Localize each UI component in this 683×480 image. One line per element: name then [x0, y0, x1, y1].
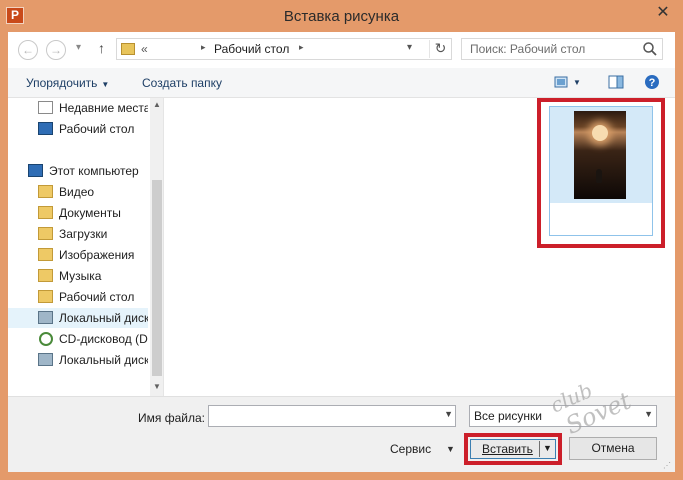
chevron-down-icon[interactable]: ▼	[644, 409, 653, 419]
insert-picture-dialog: P Вставка рисунка ✕ ← → ▾ ↑ « ▸ Рабочий …	[0, 0, 683, 480]
sidebar-item-local-disk-c[interactable]: Локальный диск	[8, 308, 148, 328]
local-disk-icon	[38, 311, 53, 324]
sidebar-item-desktop[interactable]: Рабочий стол	[8, 119, 148, 139]
scroll-up-arrow-icon[interactable]: ▲	[150, 100, 163, 109]
close-button[interactable]: ✕	[648, 2, 678, 24]
forward-button[interactable]: →	[46, 40, 66, 60]
change-view-icon[interactable]	[554, 74, 570, 90]
window-title: Вставка рисунка	[283, 8, 400, 25]
recent-locations-dropdown[interactable]: ▾	[76, 42, 81, 53]
video-folder-icon	[38, 185, 53, 198]
file-list-view	[165, 98, 675, 396]
thumbnail-light	[592, 125, 608, 141]
sidebar-item-label: Изображения	[59, 248, 135, 262]
address-overflow[interactable]: «	[141, 42, 148, 56]
title-bar: P Вставка рисунка ✕	[0, 0, 683, 32]
navigation-bar: ← → ▾ ↑ « ▸ Рабочий стол ▸ ▾ ↻ Поиск: Ра…	[8, 32, 675, 68]
file-type-value: Все рисунки	[474, 409, 542, 423]
folder-icon	[121, 43, 135, 55]
sidebar-item-label: Этот компьютер	[49, 164, 139, 178]
search-placeholder: Поиск: Рабочий стол	[470, 42, 586, 56]
sidebar-item-label: Недавние места	[59, 101, 148, 115]
sidebar-item-cd-drive[interactable]: CD-дисковод (D:	[8, 329, 148, 349]
insert-options-dropdown[interactable]: ▼	[543, 443, 552, 453]
sidebar-item-label: Документы	[59, 206, 121, 220]
search-input[interactable]: Поиск: Рабочий стол	[461, 38, 663, 60]
address-history-dropdown[interactable]: ▾	[407, 42, 412, 53]
tools-button[interactable]: Сервис	[390, 442, 431, 456]
organize-button[interactable]: Упорядочить ▼	[26, 76, 109, 90]
thumbnail-figure	[596, 169, 602, 183]
chevron-right-icon[interactable]: ▸	[299, 42, 304, 53]
sidebar-item-label: Рабочий стол	[59, 122, 135, 136]
sidebar-item-recent-places[interactable]: Недавние места	[8, 98, 148, 118]
sidebar-item-video[interactable]: Видео	[8, 182, 148, 202]
forward-arrow-icon: →	[50, 43, 62, 57]
sidebar-scrollbar[interactable]: ▲ ▼	[150, 98, 163, 396]
cd-drive-icon	[39, 332, 53, 346]
sidebar-item-label: Рабочий стол	[59, 290, 135, 304]
search-icon[interactable]	[642, 41, 658, 57]
svg-text:?: ?	[649, 77, 656, 89]
image-thumbnail	[574, 111, 626, 199]
sidebar-item-label: Загрузки	[59, 227, 108, 241]
chevron-right-icon[interactable]: ▸	[201, 42, 206, 53]
command-toolbar: Упорядочить ▼ Создать папку ▼ ?	[8, 68, 675, 98]
sidebar-item-desktop-folder[interactable]: Рабочий стол	[8, 287, 148, 307]
filename-label: Имя файла:	[138, 411, 205, 425]
chevron-down-icon: ▼	[101, 80, 110, 89]
organize-label: Упорядочить	[26, 76, 98, 90]
sidebar-item-label: Музыка	[59, 269, 102, 283]
sidebar-item-downloads[interactable]: Загрузки	[8, 224, 148, 244]
chevron-down-icon[interactable]: ▼	[446, 444, 455, 454]
computer-icon	[28, 164, 43, 177]
recent-places-icon	[38, 101, 53, 114]
chevron-down-icon[interactable]: ▼	[444, 409, 453, 419]
sidebar-item-label: CD-дисковод (D:	[59, 332, 148, 346]
desktop-folder-icon	[38, 290, 53, 303]
view-options-dropdown[interactable]: ▼	[573, 78, 581, 87]
insert-button[interactable]: Вставить ▼	[470, 439, 556, 459]
address-location[interactable]: Рабочий стол	[214, 42, 289, 56]
refresh-button[interactable]: ↻	[429, 40, 451, 58]
sidebar-item-label: Локальный диск	[59, 311, 148, 325]
sidebar-item-documents[interactable]: Документы	[8, 203, 148, 223]
documents-folder-icon	[38, 206, 53, 219]
refresh-icon: ↻	[434, 40, 447, 56]
sidebar-item-music[interactable]: Музыка	[8, 266, 148, 286]
sidebar-item-pictures[interactable]: Изображения	[8, 245, 148, 265]
file-caption-area	[550, 203, 652, 235]
navigation-pane: Недавние места Рабочий стол Этот компьют…	[8, 98, 164, 396]
highlight-frame: Вставить ▼	[464, 433, 562, 465]
up-arrow-icon: ↑	[98, 40, 105, 56]
cancel-button[interactable]: Отмена	[569, 437, 657, 460]
scrollbar-thumb[interactable]	[152, 180, 162, 376]
selected-image-file[interactable]	[549, 106, 653, 236]
preview-pane-icon[interactable]	[608, 74, 624, 90]
new-folder-button[interactable]: Создать папку	[142, 76, 222, 90]
desktop-icon	[38, 122, 53, 135]
highlight-frame	[537, 98, 665, 248]
help-icon[interactable]: ?	[644, 74, 660, 90]
split-divider	[539, 441, 540, 457]
pictures-folder-icon	[38, 248, 53, 261]
local-disk-icon	[38, 353, 53, 366]
address-bar[interactable]: « ▸ Рабочий стол ▸ ▾ ↻	[116, 38, 452, 60]
filename-input[interactable]: ▼	[208, 405, 456, 427]
music-folder-icon	[38, 269, 53, 282]
sidebar-item-label: Локальный диск	[59, 353, 148, 367]
back-button[interactable]: ←	[18, 40, 38, 60]
resize-grip-icon[interactable]: ⋰	[663, 461, 673, 471]
downloads-folder-icon	[38, 227, 53, 240]
sidebar-item-label: Видео	[59, 185, 95, 199]
sidebar-item-local-disk-e[interactable]: Локальный диск	[8, 350, 148, 370]
scroll-down-arrow-icon[interactable]: ▼	[150, 382, 163, 391]
up-button[interactable]: ↑	[98, 40, 105, 56]
insert-label: Вставить	[482, 442, 533, 456]
back-arrow-icon: ←	[22, 43, 34, 57]
sidebar-item-this-pc[interactable]: Этот компьютер	[8, 161, 148, 181]
